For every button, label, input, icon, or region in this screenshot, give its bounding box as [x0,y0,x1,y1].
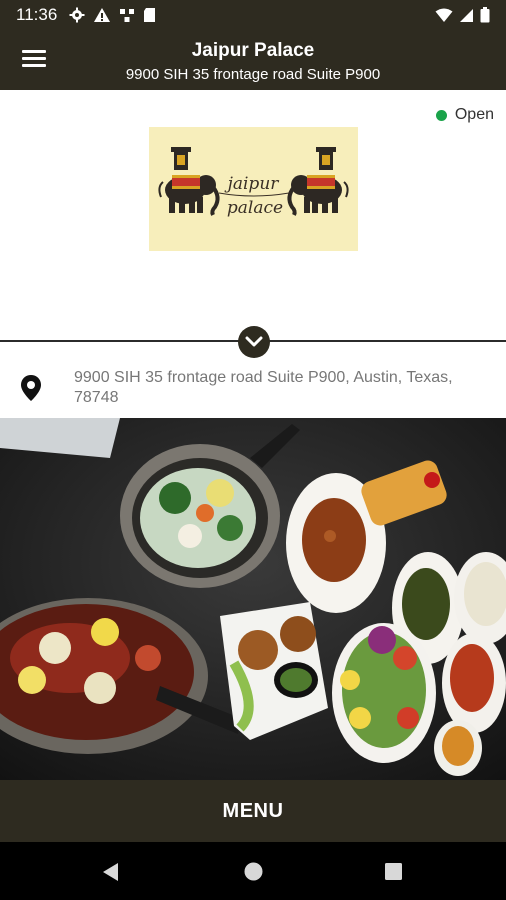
food-photo-image [0,418,506,780]
location-pin-icon [21,375,41,401]
page-title: Jaipur Palace [191,40,315,61]
wifi-icon [435,8,453,22]
status-badge: Open [435,106,494,124]
status-label: Open [454,106,494,123]
signal-icon [460,8,473,22]
battery-icon [480,7,490,23]
status-time: 11:36 [16,5,58,24]
logo-text-line2: palace [227,198,283,218]
page-subtitle: 9900 SIH 35 frontage road Suite P900 [125,66,381,83]
settings-icon [69,7,85,23]
address-row[interactable]: 9900 SIH 35 frontage road Suite P900, Au… [0,360,506,418]
recents-icon[interactable] [385,863,402,880]
chevron-down-icon [245,336,263,347]
menu-button-label: MENU [222,799,284,822]
menu-button[interactable]: MENU [0,780,506,842]
system-nav-bar [0,842,506,900]
address-text: 9900 SIH 35 frontage road Suite P900, Au… [74,369,453,406]
expand-button[interactable] [238,326,270,358]
sd-card-icon [144,8,156,22]
app-bar: Jaipur Palace 9900 SIH 35 frontage road … [0,30,506,90]
logo-text-line1: jaipur [224,174,280,194]
open-dot-icon [435,109,447,121]
restaurant-header: Open jaipur palace [0,90,506,342]
status-bar: 11:36 [0,0,506,30]
restaurant-logo: jaipur palace [149,127,358,251]
food-photo [0,418,506,780]
warning-icon [94,8,111,22]
network-icon [120,9,135,22]
logo-art: jaipur palace [158,147,349,218]
back-icon[interactable] [102,862,120,882]
home-icon[interactable] [244,862,263,881]
